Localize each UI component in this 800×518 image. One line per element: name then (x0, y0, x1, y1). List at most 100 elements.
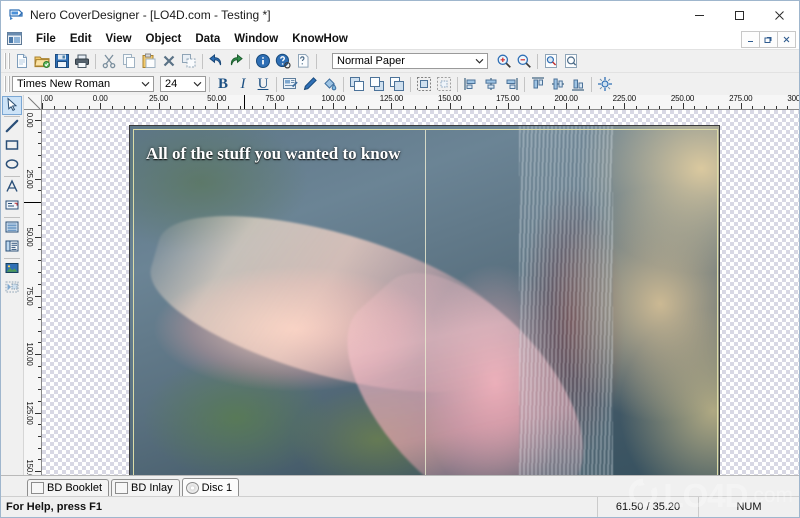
toolbar-grip[interactable] (4, 76, 10, 92)
context-help-icon[interactable] (293, 52, 313, 71)
bold-icon[interactable]: B (213, 75, 233, 94)
horizontal-ruler-row: -25.00 0.00 25.00 50.00 75.00 100.00 125.00 150… (24, 95, 799, 110)
align-right-icon[interactable] (501, 75, 521, 94)
horizontal-ruler[interactable]: -25.00 0.00 25.00 50.00 75.00 100.00 125.00 150… (42, 95, 799, 110)
menu-item-knowhow[interactable]: KnowHow (285, 29, 355, 49)
cover-artwork[interactable]: All of the stuff you wanted to know (130, 126, 719, 475)
ruler-tick (38, 260, 41, 262)
pen-icon[interactable] (300, 75, 320, 94)
page-icon (115, 482, 129, 494)
align-bottom-icon[interactable] (568, 75, 588, 94)
undo-arrow-icon[interactable] (206, 52, 226, 71)
save-disk-icon[interactable] (52, 52, 72, 71)
toolbar-separator (343, 76, 344, 92)
chevron-down-icon[interactable] (472, 54, 487, 68)
ruler-tick (38, 330, 41, 332)
menu-item-object[interactable]: Object (139, 29, 189, 49)
ruler-tick (717, 106, 719, 109)
menu-item-file[interactable]: File (29, 29, 63, 49)
group-icon[interactable] (414, 75, 434, 94)
palette-separator (4, 258, 20, 259)
ruler-tick (601, 106, 602, 109)
menu-item-edit[interactable]: Edit (63, 29, 99, 49)
ruler-tick (35, 471, 41, 472)
ruler-tick (379, 106, 381, 109)
toolbar-separator (457, 76, 458, 92)
artistic-text-object[interactable]: All of the stuff you wanted to know (146, 144, 401, 164)
ruler-tick (38, 389, 41, 391)
select-tool[interactable] (2, 96, 22, 115)
scissors-icon[interactable] (99, 52, 119, 71)
ruler-tick (38, 318, 41, 320)
center-on-page-icon[interactable] (595, 75, 615, 94)
fill-bucket-icon[interactable] (320, 75, 340, 94)
tab-bd-booklet[interactable]: BD Booklet (27, 479, 110, 496)
align-middle-icon[interactable] (548, 75, 568, 94)
send-to-back-icon[interactable] (367, 75, 387, 94)
text-field-tool[interactable] (2, 197, 22, 216)
bring-forward-icon[interactable] (387, 75, 407, 94)
menu-item-view[interactable]: View (99, 29, 139, 49)
menu-item-data[interactable]: Data (188, 29, 227, 49)
italic-icon[interactable]: I (233, 75, 253, 94)
font-family-value: Times New Roman (17, 78, 111, 90)
ruler-tick (88, 106, 90, 109)
ruler-tick (670, 106, 672, 109)
ellipse-tool[interactable] (2, 156, 22, 175)
align-top-icon[interactable] (528, 75, 548, 94)
delete-x-icon[interactable] (159, 52, 179, 71)
info-circle-icon[interactable] (253, 52, 273, 71)
document-window-icon[interactable] (7, 32, 22, 46)
toolbar-separator (524, 76, 525, 92)
mdi-restore-button[interactable] (759, 30, 778, 48)
copy-icon[interactable] (119, 52, 139, 71)
new-document-icon[interactable] (12, 52, 32, 71)
duplicate-icon[interactable] (179, 52, 199, 71)
ruler-tick (426, 106, 428, 109)
bring-to-front-icon[interactable] (347, 75, 367, 94)
align-left-icon[interactable] (461, 75, 481, 94)
printer-icon[interactable] (72, 52, 92, 71)
print-preview-icon[interactable] (541, 52, 561, 71)
font-family-select[interactable]: Times New Roman (12, 76, 154, 92)
artistic-text-tool[interactable] (2, 178, 22, 197)
ruler-tick (38, 213, 41, 215)
redo-arrow-icon[interactable] (226, 52, 246, 71)
vertical-ruler[interactable]: 0.00 25.00 50.00 75.00 100.00 125.00 150.00 (24, 110, 42, 475)
paste-icon[interactable] (139, 52, 159, 71)
mdi-close-button[interactable] (777, 30, 796, 48)
maximize-button[interactable] (719, 1, 759, 29)
text-field-icon (5, 198, 19, 215)
help-circle-icon[interactable] (273, 52, 293, 71)
line-tool[interactable] (2, 118, 22, 137)
ruler-tick (65, 106, 67, 109)
minimize-button[interactable] (679, 1, 719, 29)
playlist-tool[interactable] (2, 238, 22, 257)
mdi-minimize-button[interactable] (741, 30, 760, 48)
zoom-in-icon[interactable] (494, 52, 514, 71)
close-button[interactable] (759, 1, 799, 29)
background-tool[interactable] (2, 279, 22, 298)
object-properties-icon[interactable] (280, 75, 300, 94)
track-list-tool[interactable] (2, 219, 22, 238)
underline-icon[interactable]: U (253, 75, 273, 94)
chevron-down-icon[interactable] (138, 77, 153, 91)
canvas[interactable]: All of the stuff you wanted to know (42, 110, 799, 475)
ungroup-icon[interactable] (434, 75, 454, 94)
tab-disc-1[interactable]: Disc 1 (181, 478, 240, 496)
font-size-select[interactable]: 24 (160, 76, 206, 92)
chevron-down-icon[interactable] (190, 77, 205, 91)
align-center-h-icon[interactable] (481, 75, 501, 94)
zoom-out-icon[interactable] (514, 52, 534, 71)
menu-item-window[interactable]: Window (227, 29, 285, 49)
nero-coverdesigner-icon (8, 7, 24, 23)
toolbar-grip[interactable] (4, 53, 10, 69)
image-tool[interactable] (2, 260, 22, 279)
toolbar-separator (202, 53, 203, 69)
tab-bd-inlay[interactable]: BD Inlay (111, 479, 180, 496)
open-folder-icon[interactable] (32, 52, 52, 71)
ruler-tick (496, 106, 498, 109)
rectangle-tool[interactable] (2, 137, 22, 156)
page-view-icon[interactable] (561, 52, 581, 71)
paper-type-select[interactable]: Normal Paper (332, 53, 488, 69)
